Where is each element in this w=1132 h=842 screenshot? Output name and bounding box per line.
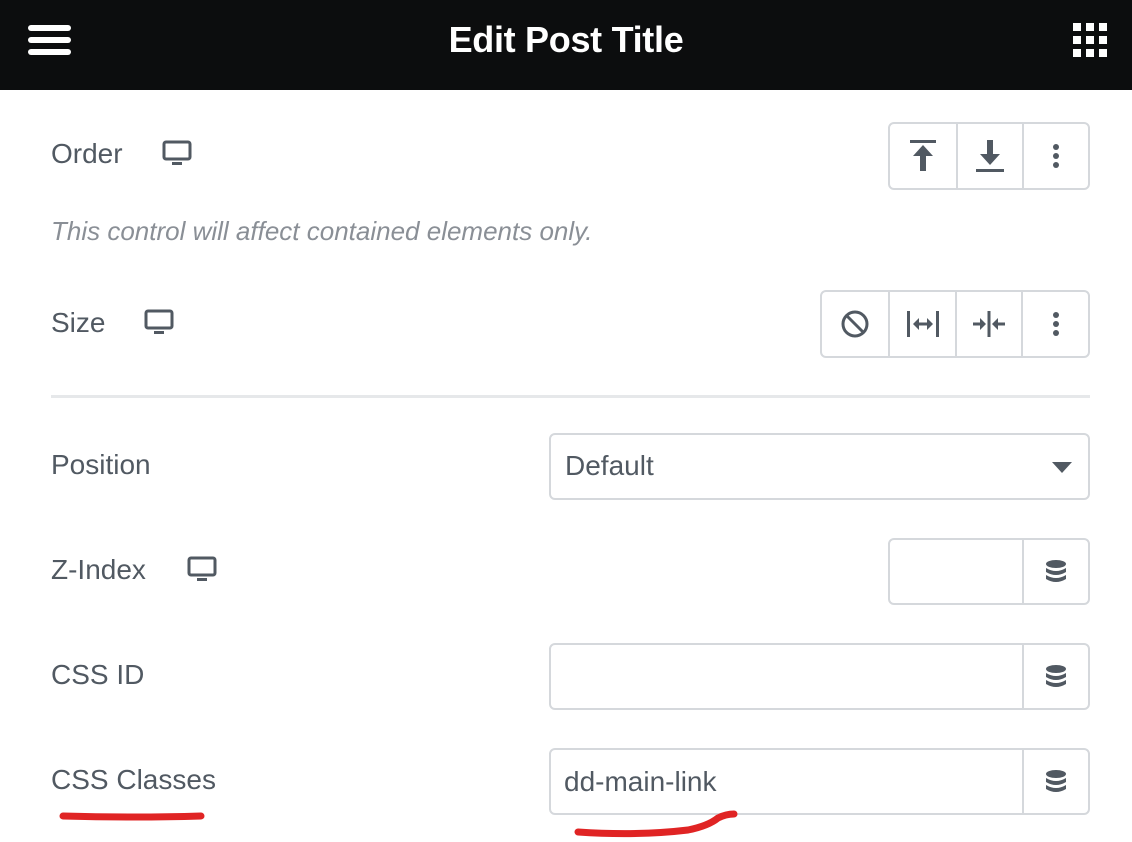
dynamic-tags-button[interactable] xyxy=(1022,750,1088,813)
size-shrink-button[interactable] xyxy=(954,292,1022,356)
position-label: Position xyxy=(51,449,151,480)
position-select[interactable]: Default xyxy=(549,433,1090,500)
order-label: Order xyxy=(51,138,123,169)
size-more-button[interactable] xyxy=(1021,292,1088,356)
css-classes-label: CSS Classes xyxy=(51,764,216,795)
size-label: Size xyxy=(51,307,106,338)
order-more-button[interactable] xyxy=(1022,124,1088,188)
more-vertical-icon xyxy=(1053,144,1059,168)
order-end-button[interactable] xyxy=(955,124,1022,188)
order-button-group xyxy=(888,122,1090,190)
size-none-button[interactable] xyxy=(822,292,888,356)
desktop-monitor-icon[interactable] xyxy=(187,556,217,584)
size-button-group xyxy=(820,290,1090,358)
dynamic-tags-button[interactable] xyxy=(1022,540,1088,603)
z-index-input[interactable] xyxy=(890,540,1022,603)
dynamic-tags-button[interactable] xyxy=(1022,645,1088,708)
desktop-monitor-icon[interactable] xyxy=(162,140,192,168)
css-classes-input[interactable] xyxy=(551,750,1022,813)
size-grow-button[interactable] xyxy=(888,292,955,356)
none-icon xyxy=(841,310,869,338)
more-vertical-icon xyxy=(1052,312,1059,336)
panel-header: Edit Post Title xyxy=(0,0,1132,90)
order-help-note: This control will affect contained eleme… xyxy=(51,216,593,246)
css-classes-field xyxy=(549,748,1090,815)
annotation-underline-label xyxy=(59,812,205,821)
align-bottom-icon xyxy=(975,140,1004,172)
css-id-input[interactable] xyxy=(551,645,1022,708)
css-id-field xyxy=(549,643,1090,710)
database-icon xyxy=(1046,664,1066,687)
position-selected-value: Default xyxy=(565,450,654,481)
css-id-label: CSS ID xyxy=(51,659,145,690)
desktop-monitor-icon[interactable] xyxy=(144,309,174,337)
order-start-button[interactable] xyxy=(890,124,956,188)
z-index-field xyxy=(888,538,1090,605)
grow-icon xyxy=(906,311,939,337)
shrink-icon xyxy=(973,311,1006,337)
annotation-underline-value xyxy=(574,810,738,838)
section-divider xyxy=(51,395,1090,398)
chevron-down-icon xyxy=(1052,462,1072,473)
database-icon xyxy=(1046,559,1066,582)
panel-title: Edit Post Title xyxy=(448,19,684,60)
grid-apps-icon[interactable] xyxy=(1073,23,1107,57)
align-top-icon xyxy=(909,140,936,171)
database-icon xyxy=(1046,769,1066,792)
z-index-label: Z-Index xyxy=(51,554,146,585)
